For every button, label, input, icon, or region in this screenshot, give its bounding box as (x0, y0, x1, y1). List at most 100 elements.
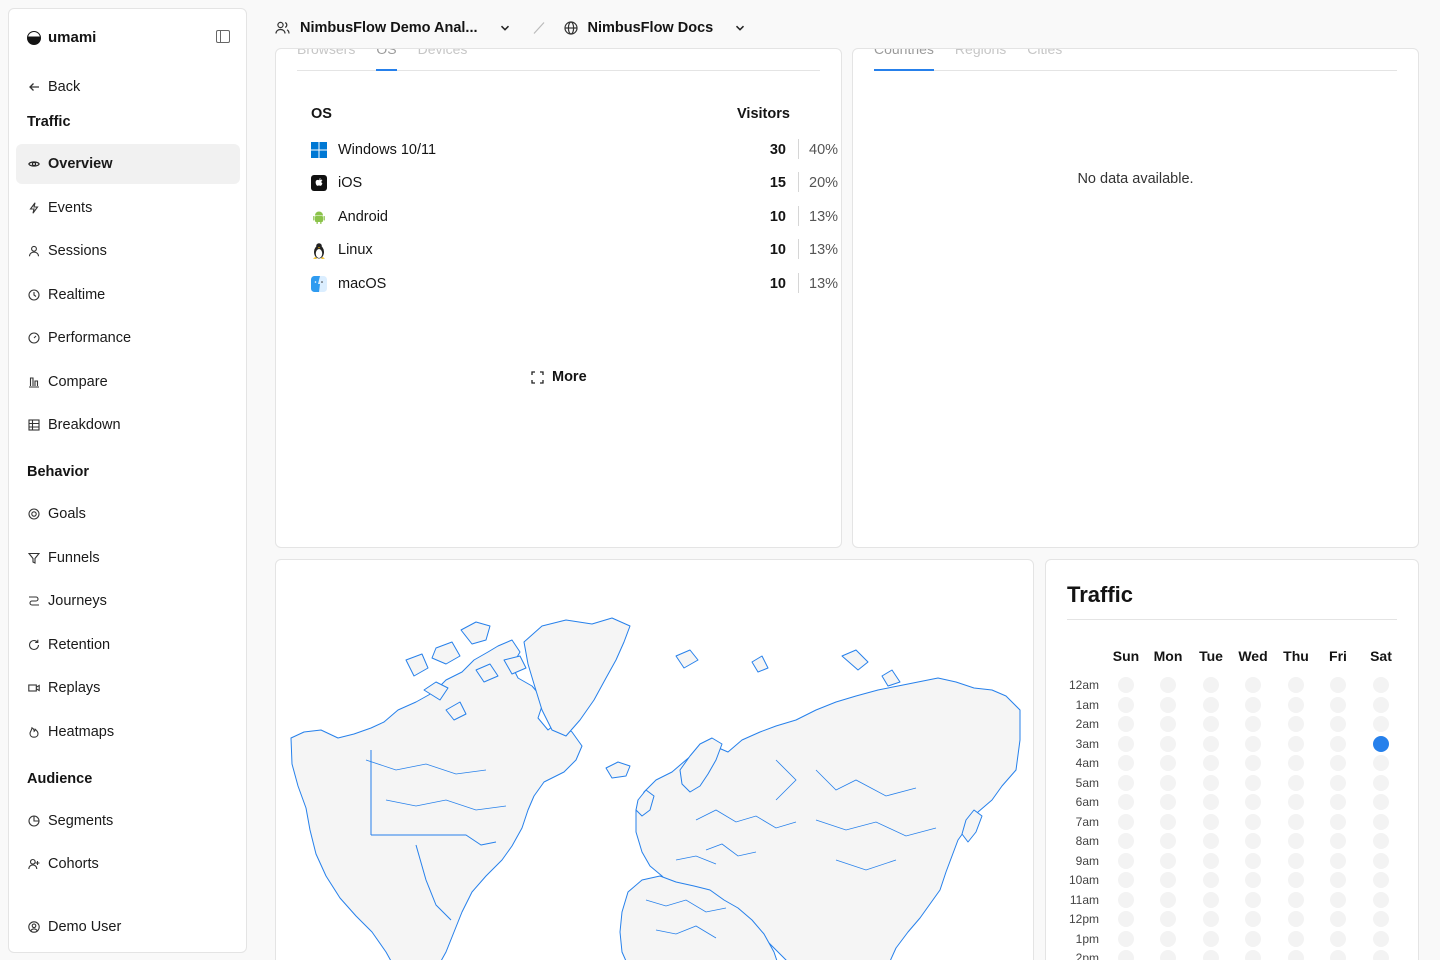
heatmap-cell[interactable] (1373, 911, 1389, 927)
back-link[interactable]: Back (16, 67, 240, 107)
heatmap-cell[interactable] (1245, 735, 1261, 752)
heatmap-cell[interactable] (1330, 677, 1346, 693)
sidebar-item-breakdown[interactable]: Breakdown (16, 405, 240, 445)
heatmap-cell[interactable] (1203, 735, 1219, 752)
heatmap-cell[interactable] (1160, 852, 1176, 869)
heatmap-cell[interactable] (1245, 891, 1261, 908)
sidebar-item-compare[interactable]: Compare (16, 362, 240, 402)
heatmap-cell[interactable] (1373, 794, 1389, 810)
heatmap-cell[interactable] (1160, 911, 1176, 927)
table-row[interactable]: Windows 10/11 30 40% (311, 139, 838, 161)
heatmap-cell[interactable] (1330, 852, 1346, 869)
heatmap-cell[interactable] (1118, 716, 1134, 732)
heatmap-cell[interactable] (1118, 891, 1134, 908)
team-selector[interactable]: NimbusFlow Demo Anal... (275, 20, 510, 36)
heatmap-cell[interactable] (1245, 852, 1261, 869)
heatmap-cell[interactable] (1203, 696, 1219, 713)
heatmap-cell[interactable] (1330, 813, 1346, 830)
heatmap-cell[interactable] (1288, 891, 1304, 908)
heatmap-cell[interactable] (1203, 677, 1219, 693)
heatmap-cell[interactable] (1373, 813, 1389, 830)
heatmap-cell[interactable] (1373, 677, 1389, 693)
heatmap-cell[interactable] (1373, 891, 1389, 908)
heatmap-cell[interactable] (1118, 852, 1134, 869)
sidebar-item-heatmaps[interactable]: Heatmaps (16, 712, 240, 752)
sidebar-item-cohorts[interactable]: Cohorts (16, 844, 240, 884)
heatmap-cell[interactable] (1330, 891, 1346, 908)
heatmap-cell[interactable] (1245, 833, 1261, 849)
heatmap-cell[interactable] (1245, 774, 1261, 791)
heatmap-cell[interactable] (1118, 930, 1134, 947)
heatmap-cell[interactable] (1330, 794, 1346, 810)
heatmap-cell[interactable] (1373, 872, 1389, 888)
heatmap-cell[interactable] (1245, 755, 1261, 771)
heatmap-cell[interactable] (1118, 755, 1134, 771)
heatmap-cell[interactable] (1330, 774, 1346, 791)
heatmap-cell[interactable] (1118, 911, 1134, 927)
heatmap-cell[interactable] (1330, 872, 1346, 888)
heatmap-cell[interactable] (1160, 891, 1176, 908)
heatmap-cell[interactable] (1330, 833, 1346, 849)
sidebar-item-journeys[interactable]: Journeys (16, 581, 240, 621)
heatmap-cell[interactable] (1288, 716, 1304, 732)
heatmap-cell[interactable] (1118, 794, 1134, 810)
heatmap-cell[interactable] (1160, 774, 1176, 791)
heatmap-cell[interactable] (1203, 774, 1219, 791)
heatmap-cell[interactable] (1203, 813, 1219, 830)
sidebar-item-overview[interactable]: Overview (16, 144, 240, 184)
table-row[interactable]: macOS 10 13% (311, 273, 838, 295)
heatmap-cell[interactable] (1160, 716, 1176, 732)
heatmap-cell[interactable] (1203, 716, 1219, 732)
heatmap-cell[interactable] (1245, 716, 1261, 732)
sidebar-item-funnels[interactable]: Funnels (16, 538, 240, 578)
heatmap-cell[interactable] (1373, 755, 1389, 771)
heatmap-cell[interactable] (1288, 677, 1304, 693)
tab-devices[interactable]: Devices (418, 49, 468, 70)
heatmap-cell[interactable] (1330, 911, 1346, 927)
heatmap-cell[interactable] (1330, 950, 1346, 960)
heatmap-cell[interactable] (1118, 774, 1134, 791)
heatmap-cell[interactable] (1373, 852, 1389, 869)
heatmap-cell[interactable] (1203, 891, 1219, 908)
heatmap-cell[interactable] (1118, 833, 1134, 849)
heatmap-cell[interactable] (1288, 735, 1304, 752)
heatmap-cell[interactable] (1160, 950, 1176, 960)
heatmap-cell[interactable] (1160, 677, 1176, 693)
sidebar-item-replays[interactable]: Replays (16, 668, 240, 708)
heatmap-cell[interactable] (1203, 872, 1219, 888)
heatmap-cell[interactable] (1373, 774, 1389, 791)
tab-cities[interactable]: Cities (1027, 49, 1062, 70)
heatmap-cell[interactable] (1118, 735, 1134, 752)
heatmap-cell[interactable] (1203, 852, 1219, 869)
heatmap-cell[interactable] (1288, 813, 1304, 830)
table-row[interactable]: Linux 10 13% (311, 239, 838, 261)
tab-browsers[interactable]: Browsers (297, 49, 355, 70)
heatmap-cell[interactable] (1160, 930, 1176, 947)
sidebar-item-goals[interactable]: Goals (16, 494, 240, 534)
heatmap-cell[interactable] (1118, 677, 1134, 693)
heatmap-cell[interactable] (1288, 755, 1304, 771)
heatmap-cell[interactable] (1245, 677, 1261, 693)
heatmap-cell[interactable] (1245, 696, 1261, 713)
sidebar-item-realtime[interactable]: Realtime (16, 275, 240, 315)
sidebar-item-sessions[interactable]: Sessions (16, 231, 240, 271)
heatmap-cell[interactable] (1203, 794, 1219, 810)
tab-os[interactable]: OS (376, 49, 397, 71)
user-menu[interactable]: Demo User (16, 907, 240, 947)
heatmap-cell[interactable] (1288, 930, 1304, 947)
heatmap-cell[interactable] (1288, 833, 1304, 849)
heatmap-cell[interactable] (1373, 950, 1389, 960)
heatmap-cell[interactable] (1330, 755, 1346, 771)
table-row[interactable]: iOS 15 20% (311, 172, 838, 194)
heatmap-cell[interactable] (1245, 872, 1261, 888)
heatmap-cell[interactable] (1160, 813, 1176, 830)
heatmap-cell[interactable] (1203, 930, 1219, 947)
sidebar-item-segments[interactable]: Segments (16, 801, 240, 841)
heatmap-cell[interactable] (1245, 794, 1261, 810)
heatmap-cell[interactable] (1160, 833, 1176, 849)
collapse-sidebar-icon[interactable] (216, 30, 230, 43)
website-selector[interactable]: NimbusFlow Docs (563, 20, 746, 36)
heatmap-cell[interactable] (1245, 813, 1261, 830)
heatmap-cell[interactable] (1245, 930, 1261, 947)
heatmap-cell[interactable] (1288, 696, 1304, 713)
